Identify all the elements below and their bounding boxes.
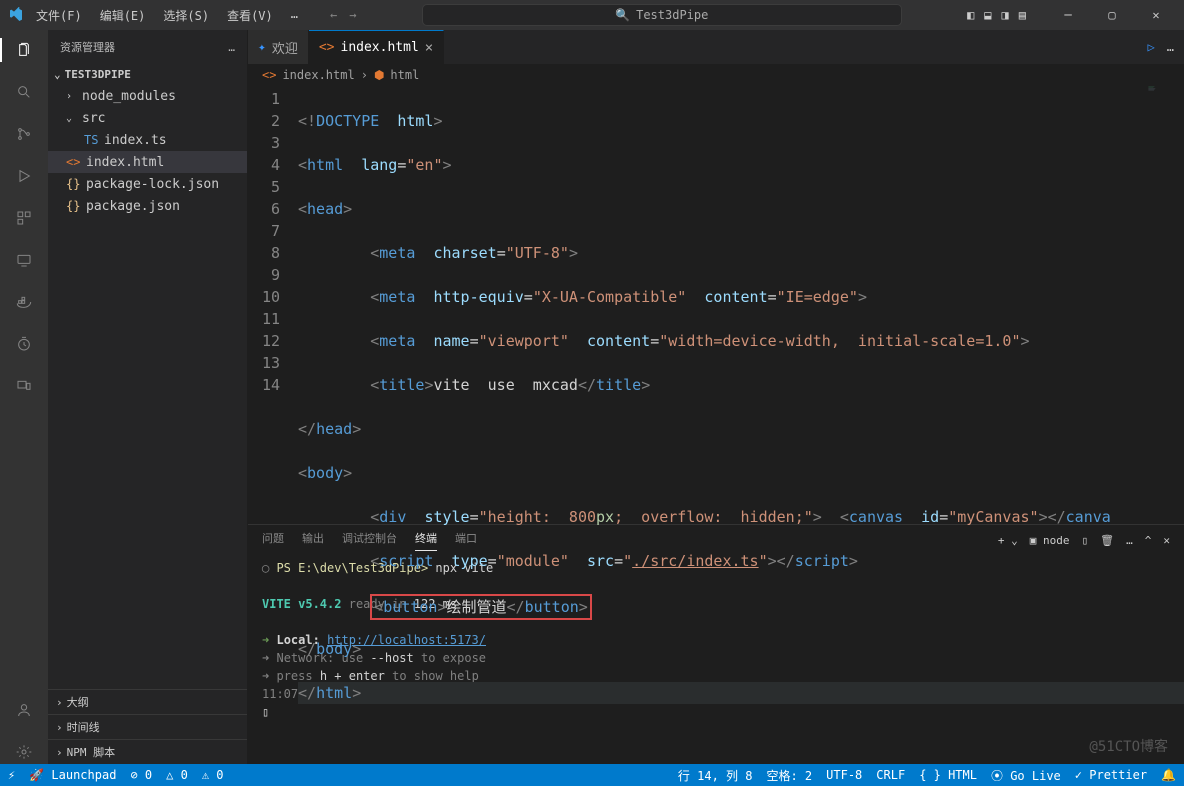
- chevron-down-icon: ⌄: [54, 68, 61, 81]
- tab-index-html[interactable]: <>index.html×: [309, 30, 444, 64]
- status-cursor[interactable]: 行 14, 列 8: [678, 767, 753, 784]
- nav-back-icon[interactable]: ←: [330, 8, 337, 22]
- tree-file-index-html[interactable]: <>index.html: [48, 151, 247, 173]
- layout-custom-icon[interactable]: ▤: [1019, 8, 1026, 22]
- project-title[interactable]: ⌄ TEST3DPIPE: [48, 64, 247, 85]
- extensions-icon[interactable]: [12, 206, 36, 230]
- menu-view[interactable]: 查看(V): [219, 3, 281, 28]
- tree-folder-node-modules[interactable]: ›node_modules: [48, 85, 247, 107]
- editor-tabs: ✦欢迎 <>index.html× ▷ …: [248, 30, 1184, 64]
- explorer-sidebar: 资源管理器 … ⌄ TEST3DPIPE ›node_modules ⌄src …: [48, 30, 248, 764]
- settings-icon[interactable]: [12, 740, 36, 764]
- menu-edit[interactable]: 编辑(E): [92, 3, 154, 28]
- timeline-section[interactable]: ›时间线: [48, 714, 247, 739]
- status-bar: ⚡ 🚀 Launchpad ⊘ 0 △ 0 ⚠ 0 行 14, 列 8 空格: …: [0, 764, 1184, 786]
- close-tab-icon[interactable]: ×: [425, 40, 433, 56]
- search-placeholder: Test3dPipe: [636, 8, 708, 22]
- html-tag-icon: ⬢: [374, 68, 384, 82]
- menu-file[interactable]: 文件(F): [28, 3, 90, 28]
- layout-right-icon[interactable]: ◨: [1002, 8, 1009, 22]
- timer-icon[interactable]: [12, 332, 36, 356]
- panel-tab-problems[interactable]: 问题: [262, 530, 284, 550]
- vscode-logo-icon: [8, 7, 24, 23]
- debug-icon[interactable]: [12, 164, 36, 188]
- nav-arrows: ← →: [330, 8, 356, 22]
- tree-file-package-json[interactable]: {}package.json: [48, 195, 247, 217]
- activity-bar: [0, 30, 48, 764]
- watermark: @51CTO博客: [1089, 736, 1168, 756]
- main-menu: 文件(F) 编辑(E) 选择(S) 查看(V) …: [28, 3, 306, 28]
- window-minimize-icon[interactable]: ─: [1048, 1, 1088, 29]
- file-tree: ›node_modules ⌄src TSindex.ts <>index.ht…: [48, 85, 247, 689]
- status-warnings[interactable]: △ 0: [166, 768, 188, 782]
- search-icon: 🔍: [615, 8, 630, 22]
- chevron-right-icon: ›: [56, 721, 63, 734]
- command-center[interactable]: 🔍 Test3dPipe: [422, 4, 902, 26]
- json-file-icon: {}: [66, 177, 80, 191]
- editor-area: ✦欢迎 <>index.html× ▷ … <> index.html› ⬢ h…: [248, 30, 1184, 764]
- outline-section[interactable]: ›大纲: [48, 689, 247, 714]
- chevron-right-icon: ›: [56, 746, 63, 759]
- devices-icon[interactable]: [12, 374, 36, 398]
- html-file-icon: <>: [66, 155, 80, 169]
- status-prettier[interactable]: ✓ Prettier: [1075, 768, 1147, 782]
- more-actions-icon[interactable]: …: [1167, 40, 1174, 54]
- status-language[interactable]: { } HTML: [919, 768, 977, 782]
- search-icon[interactable]: [12, 80, 36, 104]
- json-file-icon: {}: [66, 199, 80, 213]
- layout-left-icon[interactable]: ◧: [967, 8, 974, 22]
- menu-more[interactable]: …: [283, 3, 306, 28]
- status-notifications-icon[interactable]: 🔔: [1161, 768, 1176, 782]
- chevron-right-icon: ›: [66, 91, 76, 102]
- explorer-icon[interactable]: [0, 38, 48, 62]
- code-content[interactable]: <!DOCTYPE html> <html lang="en"> <head> …: [298, 86, 1184, 524]
- breadcrumb[interactable]: <> index.html› ⬢ html: [248, 64, 1184, 86]
- window-maximize-icon[interactable]: ▢: [1092, 1, 1132, 29]
- ts-file-icon: TS: [84, 133, 98, 147]
- status-encoding[interactable]: UTF-8: [826, 768, 862, 782]
- chevron-down-icon: ⌄: [66, 113, 76, 124]
- remote-indicator[interactable]: ⚡: [8, 768, 15, 782]
- menu-select[interactable]: 选择(S): [155, 3, 217, 28]
- status-eol[interactable]: CRLF: [876, 768, 905, 782]
- status-launchpad[interactable]: 🚀 Launchpad: [29, 768, 116, 782]
- status-indent[interactable]: 空格: 2: [766, 767, 812, 784]
- line-numbers: 1234567891011121314: [248, 86, 298, 524]
- tree-folder-src[interactable]: ⌄src: [48, 107, 247, 129]
- explorer-more-icon[interactable]: …: [228, 41, 235, 54]
- explorer-title: 资源管理器: [60, 39, 115, 55]
- minimap[interactable]: [1144, 86, 1184, 166]
- run-icon[interactable]: ▷: [1148, 40, 1155, 54]
- titlebar: 文件(F) 编辑(E) 选择(S) 查看(V) … ← → 🔍 Test3dPi…: [0, 0, 1184, 30]
- tree-file-index-ts[interactable]: TSindex.ts: [48, 129, 247, 151]
- tab-welcome[interactable]: ✦欢迎: [248, 30, 309, 64]
- window-close-icon[interactable]: ✕: [1136, 1, 1176, 29]
- chevron-right-icon: ›: [56, 696, 63, 709]
- npm-scripts-section[interactable]: ›NPM 脚本: [48, 739, 247, 764]
- tree-file-package-lock[interactable]: {}package-lock.json: [48, 173, 247, 195]
- nav-forward-icon[interactable]: →: [349, 8, 356, 22]
- account-icon[interactable]: [12, 698, 36, 722]
- source-control-icon[interactable]: [12, 122, 36, 146]
- welcome-icon: ✦: [258, 40, 266, 55]
- remote-icon[interactable]: [12, 248, 36, 272]
- layout-bottom-icon[interactable]: ⬓: [984, 8, 991, 22]
- status-info[interactable]: ⚠ 0: [202, 768, 224, 782]
- docker-icon[interactable]: [12, 290, 36, 314]
- status-errors[interactable]: ⊘ 0: [130, 768, 152, 782]
- html-file-icon: <>: [262, 68, 276, 82]
- code-editor[interactable]: 1234567891011121314 <!DOCTYPE html> <htm…: [248, 86, 1184, 524]
- html-file-icon: <>: [319, 40, 335, 55]
- highlighted-code-box: <button>绘制管道</button>: [370, 594, 592, 620]
- status-golive[interactable]: ⦿ Go Live: [991, 767, 1061, 784]
